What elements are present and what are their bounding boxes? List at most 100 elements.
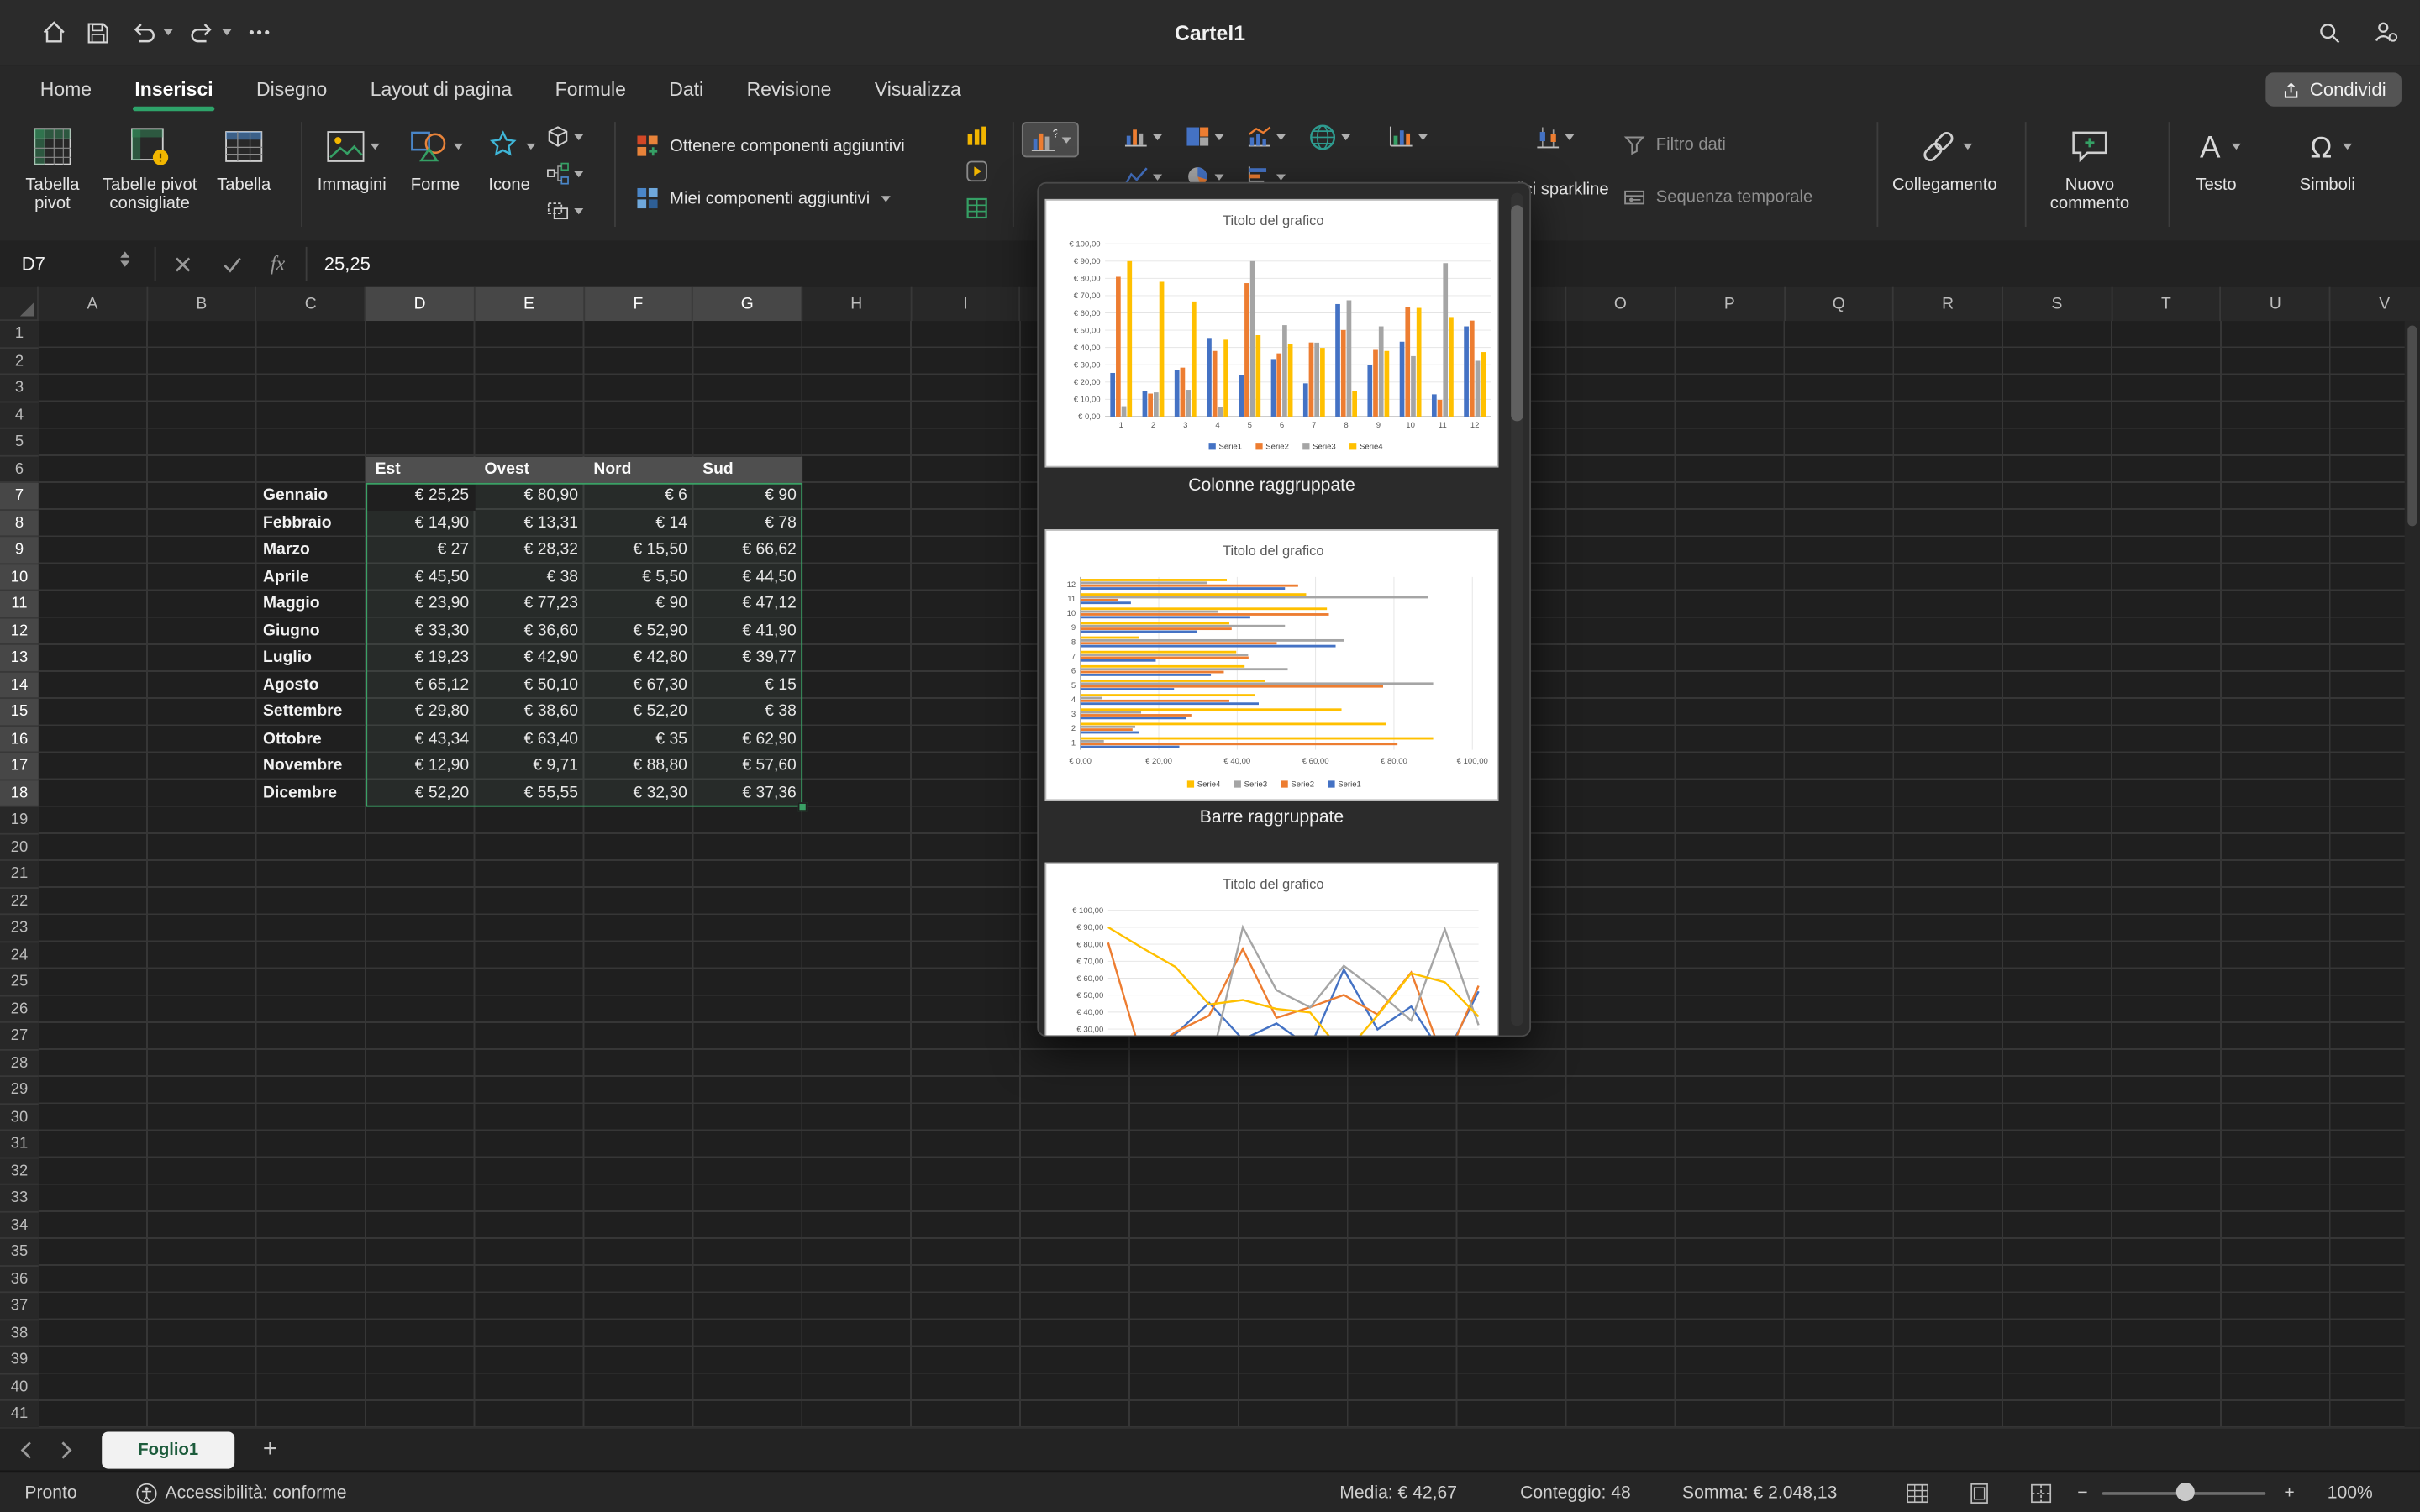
- row-header-37[interactable]: 37: [0, 1293, 39, 1320]
- insert-function-button[interactable]: fx: [256, 241, 299, 287]
- month-cell-undefined[interactable]: Febbraio: [257, 510, 366, 537]
- undo-dropdown-icon[interactable]: [164, 29, 173, 35]
- row-header-33[interactable]: 33: [0, 1185, 39, 1212]
- value-cell[interactable]: € 33,30: [366, 618, 476, 645]
- slicer-button[interactable]: Filtro dati: [1623, 134, 1726, 156]
- value-cell[interactable]: € 25,25: [366, 483, 476, 510]
- value-cell[interactable]: € 67,30: [584, 672, 693, 699]
- value-cell[interactable]: € 80,90: [475, 483, 584, 510]
- value-cell[interactable]: € 12,90: [366, 753, 476, 780]
- sheet-nav-prev-icon[interactable]: [13, 1438, 40, 1462]
- series-header-est[interactable]: Est: [366, 456, 476, 483]
- popup-scrollbar[interactable]: [1511, 193, 1523, 1026]
- row-header-40[interactable]: 40: [0, 1374, 39, 1401]
- sheet-tab-foglio1[interactable]: Foglio1: [102, 1431, 234, 1468]
- value-cell[interactable]: € 44,50: [693, 564, 802, 591]
- row-header-20[interactable]: 20: [0, 834, 39, 861]
- timeline-button[interactable]: Sequenza temporale: [1623, 186, 1812, 208]
- value-cell[interactable]: € 41,90: [693, 618, 802, 645]
- value-cell[interactable]: € 52,90: [584, 618, 693, 645]
- row-header-30[interactable]: 30: [0, 1104, 39, 1131]
- column-header-O[interactable]: O: [1566, 287, 1676, 321]
- get-addins-button[interactable]: Ottenere componenti aggiuntivi: [636, 134, 905, 158]
- value-cell[interactable]: € 45,50: [366, 564, 476, 591]
- month-cell-undefined[interactable]: Maggio: [257, 591, 366, 617]
- my-addins-button[interactable]: Miei componenti aggiuntivi: [636, 186, 890, 210]
- value-cell[interactable]: € 50,10: [475, 672, 584, 699]
- more-commands-icon[interactable]: [242, 15, 276, 49]
- value-cell[interactable]: € 90: [693, 483, 802, 510]
- row-header-14[interactable]: 14: [0, 672, 39, 699]
- row-header-3[interactable]: 3: [0, 375, 39, 402]
- value-cell[interactable]: € 52,20: [584, 699, 693, 726]
- value-cell[interactable]: € 57,60: [693, 753, 802, 780]
- redo-icon[interactable]: [185, 15, 218, 49]
- row-header-6[interactable]: 6: [0, 456, 39, 483]
- column-header-Q[interactable]: Q: [1785, 287, 1894, 321]
- value-cell[interactable]: € 28,32: [475, 537, 584, 564]
- row-header-17[interactable]: 17: [0, 753, 39, 780]
- column-header-V[interactable]: V: [2331, 287, 2420, 321]
- row-header-23[interactable]: 23: [0, 915, 39, 942]
- month-cell-undefined[interactable]: Ottobre: [257, 726, 366, 753]
- value-cell[interactable]: € 52,20: [366, 780, 476, 806]
- value-cell[interactable]: € 14: [584, 510, 693, 537]
- row-header-39[interactable]: 39: [0, 1347, 39, 1373]
- series-header-sud[interactable]: Sud: [693, 456, 802, 483]
- value-cell[interactable]: € 42,80: [584, 645, 693, 672]
- row-header-4[interactable]: 4: [0, 402, 39, 428]
- value-cell[interactable]: € 35: [584, 726, 693, 753]
- page-break-view-icon[interactable]: [2025, 1478, 2056, 1508]
- home-icon[interactable]: [37, 15, 71, 49]
- row-header-26[interactable]: 26: [0, 996, 39, 1023]
- zoom-in-button[interactable]: +: [2284, 1472, 2294, 1512]
- row-header-18[interactable]: 18: [0, 780, 39, 806]
- add-sheet-button[interactable]: +: [253, 1431, 287, 1468]
- save-icon[interactable]: [81, 15, 114, 49]
- zoom-out-button[interactable]: −: [2077, 1472, 2087, 1512]
- tab-formule[interactable]: Formule: [554, 67, 628, 110]
- row-header-25[interactable]: 25: [0, 969, 39, 995]
- value-cell[interactable]: € 38: [475, 564, 584, 591]
- row-header-41[interactable]: 41: [0, 1401, 39, 1428]
- row-header-29[interactable]: 29: [0, 1077, 39, 1104]
- column-header-P[interactable]: P: [1676, 287, 1785, 321]
- zoom-slider-thumb[interactable]: [2176, 1483, 2195, 1501]
- month-cell-undefined[interactable]: Aprile: [257, 564, 366, 591]
- month-cell-undefined[interactable]: Settembre: [257, 699, 366, 726]
- status-average[interactable]: Media: € 42,67: [1339, 1472, 1457, 1512]
- column-header-C[interactable]: C: [257, 287, 366, 321]
- name-box[interactable]: D7: [0, 241, 155, 287]
- value-cell[interactable]: € 77,23: [475, 591, 584, 617]
- value-cell[interactable]: € 63,40: [475, 726, 584, 753]
- value-cell[interactable]: € 15,50: [584, 537, 693, 564]
- value-cell[interactable]: € 39,77: [693, 645, 802, 672]
- column-header-H[interactable]: H: [802, 287, 912, 321]
- value-cell[interactable]: € 43,34: [366, 726, 476, 753]
- column-chart-button[interactable]: [1123, 125, 1162, 149]
- row-header-19[interactable]: 19: [0, 807, 39, 834]
- tab-disegno[interactable]: Disegno: [255, 67, 329, 110]
- search-icon[interactable]: [2312, 15, 2345, 49]
- month-cell-undefined[interactable]: Novembre: [257, 753, 366, 780]
- row-header-10[interactable]: 10: [0, 564, 39, 591]
- series-header-ovest[interactable]: Ovest: [475, 456, 584, 483]
- value-cell[interactable]: € 23,90: [366, 591, 476, 617]
- value-cell[interactable]: € 13,31: [475, 510, 584, 537]
- value-cell[interactable]: € 9,71: [475, 753, 584, 780]
- symbols-button[interactable]: Ω Simboli: [2281, 122, 2374, 194]
- row-header-27[interactable]: 27: [0, 1023, 39, 1050]
- row-header-28[interactable]: 28: [0, 1050, 39, 1077]
- tab-revisione[interactable]: Revisione: [745, 67, 833, 110]
- value-cell[interactable]: € 38: [693, 699, 802, 726]
- cancel-entry-icon[interactable]: [160, 241, 203, 287]
- name-box-stepper[interactable]: [120, 251, 129, 266]
- confirm-entry-icon[interactable]: [210, 241, 253, 287]
- hierarchy-chart-button[interactable]: [1186, 125, 1224, 149]
- row-header-34[interactable]: 34: [0, 1212, 39, 1239]
- normal-view-icon[interactable]: [1902, 1478, 1933, 1508]
- row-header-24[interactable]: 24: [0, 942, 39, 969]
- pivot-chart-button[interactable]: [1389, 125, 1428, 149]
- series-header-nord[interactable]: Nord: [584, 456, 693, 483]
- tab-inserisci[interactable]: Inserisci: [134, 67, 215, 110]
